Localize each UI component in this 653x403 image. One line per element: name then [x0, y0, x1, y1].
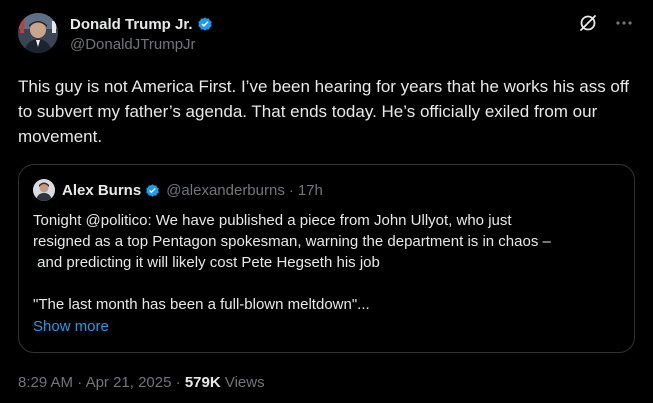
profile-photo-icon [18, 13, 58, 53]
tweet-footer: 8:29 AM · Apr 21, 2025 · 579K Views [18, 374, 265, 391]
quoted-header: Alex Burns @alexanderburns · 17h [62, 180, 323, 200]
show-more-link[interactable]: Show more [33, 318, 109, 335]
quoted-text-line: resigned as a top Pentagon spokesman, wa… [33, 233, 551, 250]
quoted-text-line: Tonight @politico: We have published a p… [33, 212, 512, 229]
author-name-row: Donald Trump Jr. [70, 14, 214, 34]
quoted-author-avatar [33, 179, 55, 201]
verified-badge-icon [196, 15, 214, 33]
footer-separator: · [77, 374, 83, 391]
quoted-text-line: "The last month has been a full-blown me… [33, 296, 370, 313]
footer-separator: · [175, 374, 181, 391]
views-label: Views [224, 374, 265, 391]
views-count: 579K [184, 374, 221, 391]
tweet-time[interactable]: 8:29 AM [18, 374, 73, 391]
verified-badge-icon [144, 182, 161, 199]
grok-slash-circle-icon[interactable] [577, 12, 599, 34]
more-horizontal-icon[interactable] [613, 12, 635, 34]
tweet-text: This guy is not America First. I’ve been… [18, 77, 630, 146]
tweet-actions-top [577, 12, 635, 34]
quoted-separator: · [288, 181, 294, 199]
author-display-name[interactable]: Donald Trump Jr. [70, 16, 193, 33]
author-avatar[interactable] [18, 13, 58, 53]
quoted-display-name: Alex Burns [62, 181, 142, 199]
quoted-time: 17h [297, 181, 323, 199]
quoted-text-line: and predicting it will likely cost Pete … [33, 254, 380, 271]
tweet-date[interactable]: Apr 21, 2025 [86, 374, 172, 391]
quoted-text: Tonight @politico: We have published a p… [33, 210, 623, 315]
quoted-handle: @alexanderburns [166, 181, 285, 199]
quoted-tweet-card[interactable]: Alex Burns @alexanderburns · 17h Tonight… [18, 164, 635, 353]
tweet: Donald Trump Jr. @DonaldJTrumpJr This gu… [0, 0, 653, 403]
profile-photo-icon [33, 179, 55, 201]
author-handle[interactable]: @DonaldJTrumpJr [70, 36, 196, 53]
